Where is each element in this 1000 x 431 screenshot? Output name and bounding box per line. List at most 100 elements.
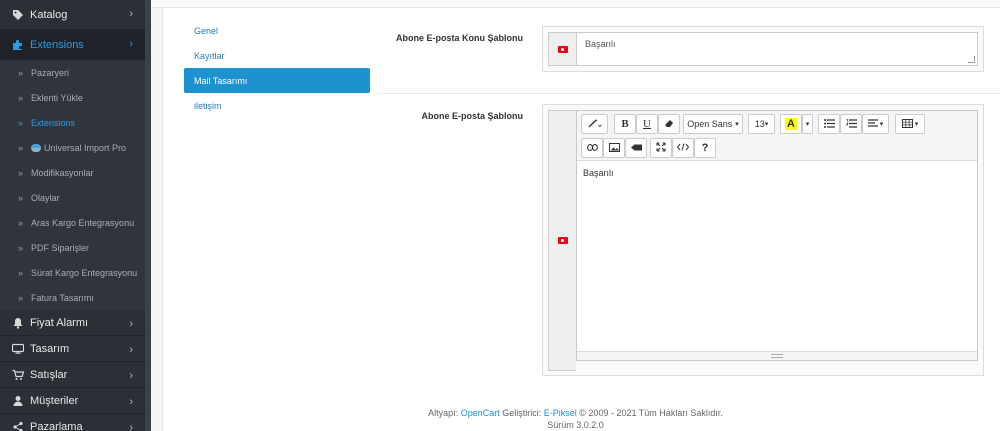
sidebar-item-pazarlama[interactable]: Pazarlama › — [0, 414, 145, 431]
editor-content-text: Başarılı — [583, 168, 614, 178]
opencart-link[interactable]: OpenCart — [461, 408, 500, 418]
eraser-icon — [664, 118, 674, 130]
magic-style-button[interactable] — [581, 114, 608, 134]
submenu-label: Eklenti Yükle — [31, 92, 83, 103]
sidebar-item-musteriler[interactable]: Müşteriler › — [0, 388, 145, 414]
code-icon — [676, 143, 690, 153]
color-letter: A — [785, 118, 797, 130]
submenu-label: Extensions — [31, 117, 76, 128]
footer-gelistirici-label: Geliştirici: — [502, 408, 542, 418]
panel-left-gutter — [151, 8, 163, 431]
tab-mail-tasarimi[interactable]: Mail Tasarımı — [184, 68, 370, 93]
tab-kayitlar[interactable]: Kayıtlar — [184, 43, 370, 68]
language-addon — [548, 32, 576, 66]
text-color-button[interactable]: A — [780, 114, 802, 134]
bold-button[interactable]: B — [614, 114, 636, 134]
paragraph-align-dropdown[interactable]: ▾ — [862, 114, 889, 134]
editor-resize-grip[interactable] — [771, 354, 783, 358]
footer-version: Sürüm 3.0.2.0 — [547, 420, 604, 430]
link-button[interactable] — [581, 138, 603, 158]
submenu-label: PDF Siparişler — [31, 242, 90, 253]
submenu-label: Pazaryeri — [31, 67, 70, 78]
puzzle-icon — [12, 39, 24, 51]
submenu-item-surat-kargo[interactable]: » Sürat Kargo Entegrasyonu — [0, 260, 145, 285]
align-left-icon — [867, 119, 878, 129]
caret-down-icon: ▾ — [764, 121, 769, 128]
list-ol-icon — [845, 118, 857, 130]
body-editor-group: B U Open Sans ▾ 13 ▾ A ▾ ▾ ▾ ? Başarılı — [542, 104, 984, 376]
font-size-value: 13 — [754, 119, 765, 129]
language-addon — [548, 110, 576, 371]
video-button[interactable] — [625, 138, 647, 158]
double-chevron-icon: » — [18, 192, 24, 203]
editor-content[interactable]: Başarılı — [577, 161, 977, 185]
font-family-dropdown[interactable]: Open Sans ▾ — [683, 114, 743, 134]
sidebar-item-tasarim[interactable]: Tasarım › — [0, 336, 145, 362]
sidebar-item-label: Tasarım — [30, 342, 70, 355]
sidebar-item-label: Müşteriler — [30, 394, 79, 407]
picture-button[interactable] — [603, 138, 625, 158]
table-dropdown[interactable]: ▾ — [895, 114, 925, 134]
sidebar-item-label: Satışlar — [30, 368, 68, 381]
sidebar-item-satislar[interactable]: Satışlar › — [0, 362, 145, 388]
underline-button[interactable]: U — [636, 114, 658, 134]
chevron-right-icon: › — [129, 38, 133, 50]
user-icon — [12, 395, 24, 407]
caret-down-icon: ▾ — [879, 121, 884, 128]
subject-input-group: Başarılı — [542, 26, 984, 72]
share-icon — [12, 421, 24, 431]
submenu-item-pazaryeri[interactable]: » Pazaryeri — [0, 60, 145, 85]
double-chevron-icon: » — [18, 267, 24, 278]
submenu-label: Sürat Kargo Entegrasyonu — [31, 267, 138, 278]
code-view-button[interactable] — [672, 138, 694, 158]
fullscreen-button[interactable] — [650, 138, 672, 158]
sidebar-item-katalog[interactable]: Katalog › — [0, 0, 145, 30]
sidebar-item-label: Pazarlama — [30, 420, 83, 431]
main-content: Genel Kayıtlar Mail Tasarımı iletişim Ab… — [151, 0, 1000, 431]
extensions-submenu: » Pazaryeri » Eklenti Yükle » Extensions » U… — [0, 60, 145, 310]
eraser-button[interactable] — [658, 114, 680, 134]
tab-genel[interactable]: Genel — [184, 18, 370, 43]
resize-handle[interactable] — [968, 56, 975, 63]
magic-wand-icon — [588, 118, 602, 130]
submenu-item-aras-kargo[interactable]: » Aras Kargo Entegrasyonu — [0, 210, 145, 235]
help-button[interactable]: ? — [694, 138, 716, 158]
chevron-right-icon: › — [129, 318, 133, 330]
subject-textarea[interactable]: Başarılı — [576, 32, 978, 66]
submenu-item-modifikasyonlar[interactable]: » Modifikasyonlar — [0, 160, 145, 185]
ordered-list-button[interactable] — [840, 114, 862, 134]
font-size-dropdown[interactable]: 13 ▾ — [748, 114, 775, 134]
editor-statusbar — [577, 351, 977, 360]
video-icon — [630, 143, 642, 153]
submenu-label: Fatura Tasarımı — [31, 292, 94, 303]
sidebar: Katalog › Extensions › » Pazaryeri » Eklen… — [0, 0, 145, 431]
epiksel-link[interactable]: E-Piksel — [544, 408, 577, 418]
submenu-item-pdf-siparisler[interactable]: » PDF Siparişler — [0, 235, 145, 260]
bell-icon — [12, 317, 24, 329]
unordered-list-button[interactable] — [818, 114, 840, 134]
sidebar-item-label: Extensions — [30, 38, 84, 51]
submenu-item-eklenti-yukle[interactable]: » Eklenti Yükle — [0, 85, 145, 110]
table-icon — [901, 118, 913, 130]
tags-icon — [12, 9, 24, 21]
submenu-item-olaylar[interactable]: » Olaylar — [0, 185, 145, 210]
double-chevron-icon: » — [18, 167, 24, 178]
sidebar-item-extensions[interactable]: Extensions › — [0, 30, 145, 60]
sidebar-item-fiyat-alarmi[interactable]: Fiyat Alarmı › — [0, 310, 145, 336]
rich-text-editor: B U Open Sans ▾ 13 ▾ A ▾ ▾ ▾ ? Başarılı — [576, 110, 978, 361]
submenu-item-fatura-tasarimi[interactable]: » Fatura Tasarımı — [0, 285, 145, 310]
sidebar-item-label: Fiyat Alarmı — [30, 316, 89, 329]
tab-iletisim[interactable]: iletişim — [184, 93, 370, 118]
submenu-item-universal-import-pro[interactable]: » Universal Import Pro — [0, 135, 145, 160]
submenu-label: Modifikasyonlar — [31, 167, 94, 178]
submenu-label: Aras Kargo Entegrasyonu — [31, 217, 135, 228]
submenu-item-extensions[interactable]: » Extensions — [0, 110, 145, 135]
chevron-right-icon: › — [129, 422, 133, 431]
double-chevron-icon: » — [18, 92, 24, 103]
vertical-tabs: Genel Kayıtlar Mail Tasarımı iletişim — [184, 18, 370, 118]
color-dropdown-button[interactable]: ▾ — [802, 114, 813, 134]
panel-top-border — [151, 0, 1000, 8]
expand-icon — [656, 142, 666, 154]
link-icon — [586, 143, 598, 153]
footer-copyright: © 2009 - 2021 Tüm Hakları Saklıdır. — [579, 408, 723, 418]
